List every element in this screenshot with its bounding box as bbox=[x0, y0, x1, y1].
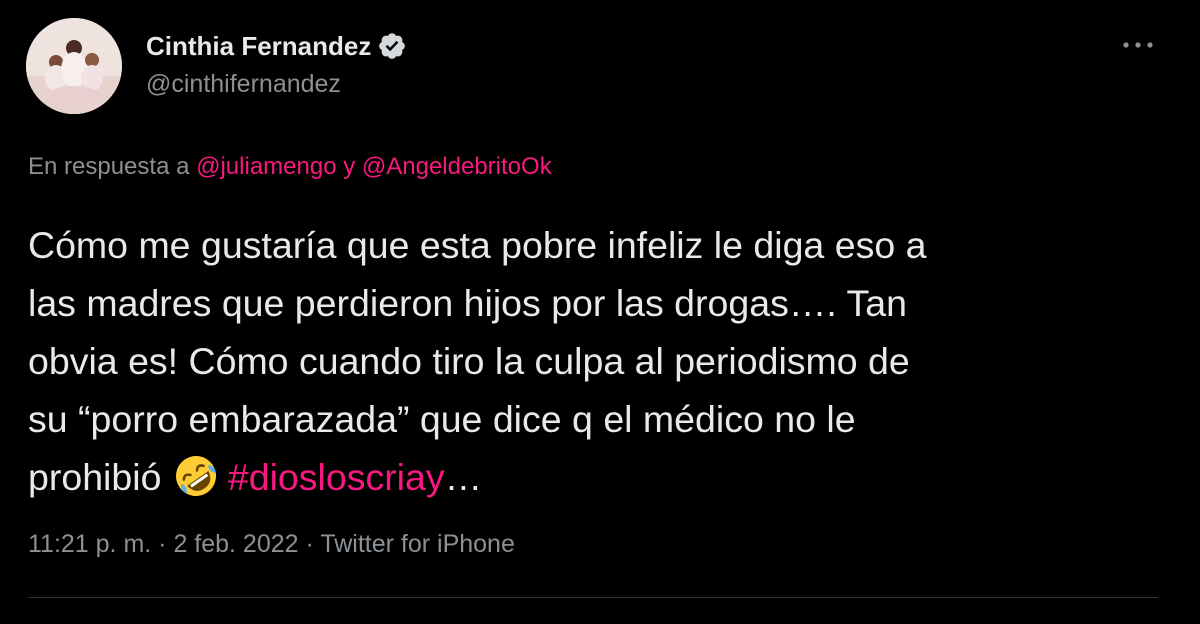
tweet-card: Cinthia Fernandez @cinthifernandez En re… bbox=[0, 0, 1200, 624]
reply-connector: y bbox=[336, 153, 362, 180]
reply-prefix: En respuesta a bbox=[28, 153, 197, 180]
meta-separator: · bbox=[298, 530, 321, 558]
divider bbox=[28, 597, 1158, 598]
verified-badge-icon bbox=[377, 31, 407, 61]
more-options-icon bbox=[1123, 42, 1153, 48]
meta-separator: · bbox=[151, 530, 174, 558]
tweet-text-line: obvia es! Cómo cuando tiro la culpa al p… bbox=[28, 340, 910, 382]
tweet-text-line: prohibió #diosloscriay… bbox=[28, 448, 1168, 506]
mention-link[interactable]: @juliamengo bbox=[196, 153, 336, 180]
tweet-text-line: Cómo me gustaría que esta pobre infeliz … bbox=[28, 224, 927, 266]
author-handle[interactable]: @cinthifernandez bbox=[146, 70, 341, 99]
tweet-time[interactable]: 11:21 p. m. bbox=[28, 530, 151, 558]
avatar-image bbox=[26, 18, 122, 114]
tweet-text-ellipsis: … bbox=[444, 456, 483, 498]
more-options-button[interactable] bbox=[1118, 30, 1158, 60]
mention-link[interactable]: @AngeldebritoOk bbox=[362, 153, 552, 180]
hashtag-link[interactable]: #diosloscriay bbox=[228, 456, 445, 498]
avatar[interactable] bbox=[26, 18, 122, 114]
rolling-on-floor-laughing-emoji-icon bbox=[172, 452, 220, 500]
reply-context: En respuesta a @juliamengo y @Angeldebri… bbox=[28, 153, 552, 181]
tweet-text-line: las madres que perdieron hijos por las d… bbox=[28, 282, 907, 324]
tweet-source[interactable]: Twitter for iPhone bbox=[320, 530, 515, 558]
author-name-row: Cinthia Fernandez bbox=[146, 28, 407, 64]
tweet-text-fragment: prohibió bbox=[28, 456, 172, 498]
author-display-name[interactable]: Cinthia Fernandez bbox=[146, 31, 371, 62]
tweet-text-line: su “porro embarazada” que dice q el médi… bbox=[28, 398, 856, 440]
tweet-text: Cómo me gustaría que esta pobre infeliz … bbox=[28, 216, 1168, 506]
tweet-date[interactable]: 2 feb. 2022 bbox=[173, 530, 298, 558]
tweet-metadata: 11:21 p. m. · 2 feb. 2022 · Twitter for … bbox=[28, 530, 515, 559]
